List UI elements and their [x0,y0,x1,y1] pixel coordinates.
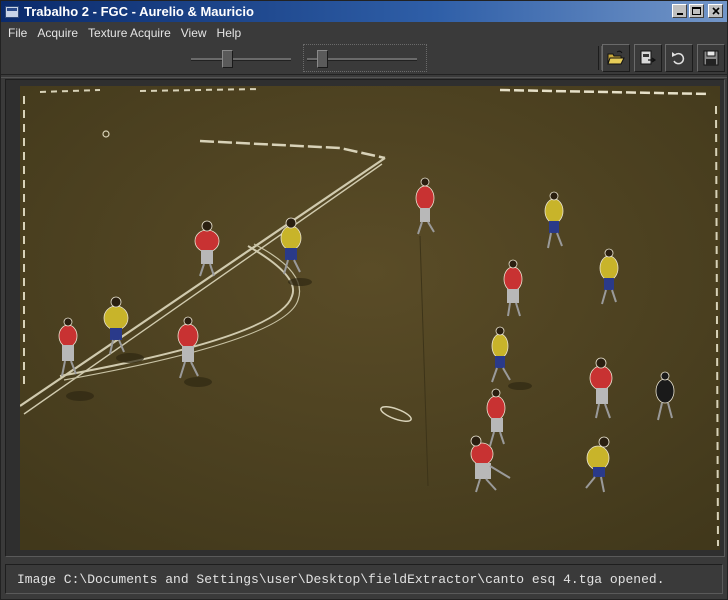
minimize-icon[interactable] [672,4,687,18]
maximize-icon[interactable] [689,4,704,18]
tolerance-slider[interactable] [307,48,417,70]
export-icon [640,50,657,65]
undo-icon [672,52,685,65]
slider-thumb[interactable] [222,50,233,68]
soccer-field-extraction-image[interactable] [20,86,720,550]
app-window: Trabalho 2 - FGC - Aurelio & Mauricio Fi… [0,0,728,600]
menu-bar: File Acquire Texture Acquire View Help [1,23,727,43]
menu-help[interactable]: Help [212,26,247,40]
menu-texture-acquire[interactable]: Texture Acquire [83,26,176,40]
open-button[interactable] [602,44,630,72]
window-title: Trabalho 2 - FGC - Aurelio & Mauricio [24,4,254,19]
save-button[interactable] [697,44,725,72]
title-bar[interactable]: Trabalho 2 - FGC - Aurelio & Mauricio [1,1,727,22]
toolbar [1,43,727,73]
menu-view[interactable]: View [176,26,212,40]
status-message: Image C:\Documents and Settings\user\Des… [17,571,665,587]
slider-track [191,58,291,61]
image-viewport[interactable] [5,79,725,557]
save-icon [703,50,719,66]
undo-button[interactable] [665,44,693,72]
app-window-icon[interactable] [5,5,19,18]
toolbar-divider [1,74,727,78]
export-button[interactable] [634,44,662,72]
close-icon[interactable] [708,4,723,18]
menu-acquire[interactable]: Acquire [32,26,83,40]
window-controls [672,4,723,18]
field-image [20,86,720,550]
threshold-slider[interactable] [191,48,291,70]
open-folder-icon [607,50,625,65]
slider-thumb[interactable] [317,50,328,68]
status-bar: Image C:\Documents and Settings\user\Des… [5,564,723,594]
menu-file[interactable]: File [1,26,32,40]
